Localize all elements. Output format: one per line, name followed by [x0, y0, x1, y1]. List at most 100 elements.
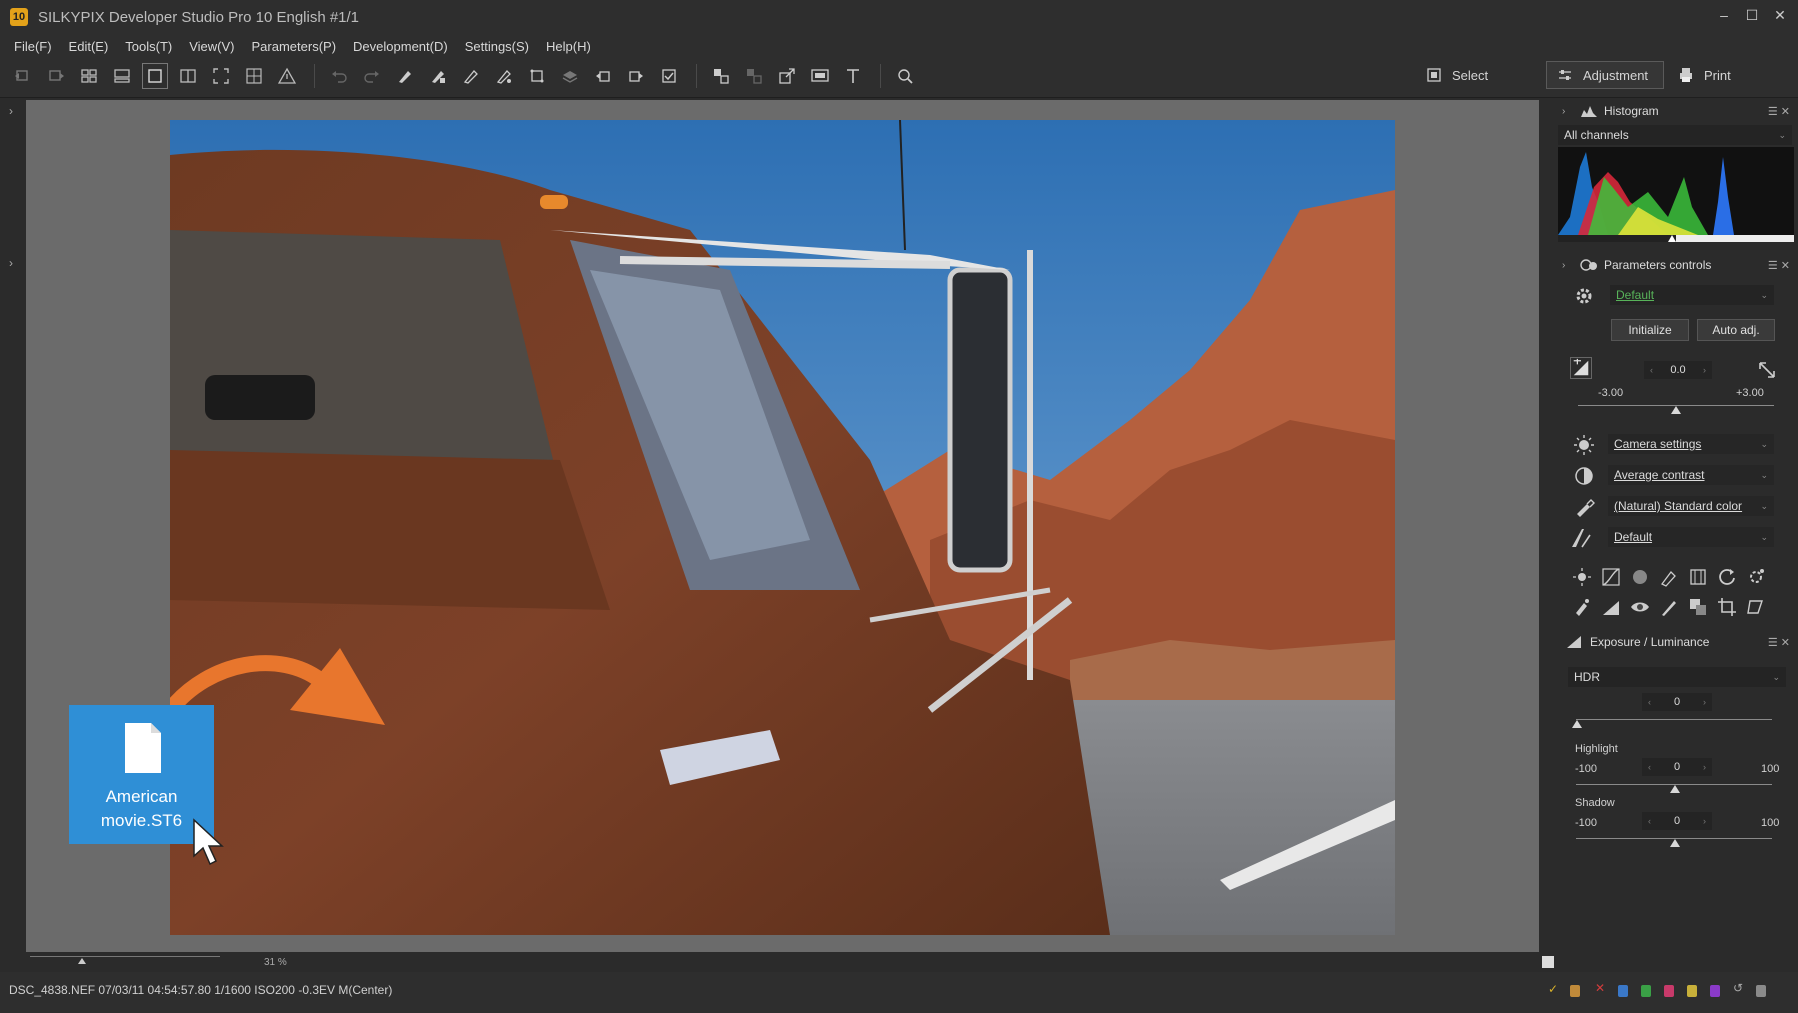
- menu-edit[interactable]: Edit(E): [69, 39, 109, 54]
- parameters-controls-header[interactable]: › Parameters controls ☰ ✕: [1562, 253, 1794, 277]
- expand-left-panel-icon[interactable]: ›: [9, 104, 13, 118]
- contrast-icon[interactable]: [1573, 465, 1595, 487]
- adjustment-mode-button[interactable]: Adjustment: [1546, 61, 1664, 89]
- color-label-blue-icon[interactable]: [1618, 985, 1628, 997]
- sharpen-tool-icon[interactable]: [1601, 597, 1621, 617]
- select-mode-button[interactable]: Select: [1416, 61, 1498, 89]
- color-brush-icon[interactable]: [1573, 496, 1595, 518]
- minimize-icon[interactable]: –: [1710, 4, 1738, 26]
- menu-tools[interactable]: Tools(T): [125, 39, 172, 54]
- previous-image-icon[interactable]: [10, 63, 36, 89]
- effects-tool-icon[interactable]: [1746, 567, 1766, 587]
- menu-view[interactable]: View(V): [189, 39, 234, 54]
- histogram-channel-select[interactable]: All channels ⌄: [1558, 125, 1792, 145]
- initialize-button[interactable]: Initialize: [1611, 319, 1689, 341]
- fullscreen-icon[interactable]: [208, 63, 234, 89]
- single-preview-icon[interactable]: [142, 63, 168, 89]
- menu-settings[interactable]: Settings(S): [465, 39, 529, 54]
- taste-params-icon[interactable]: [491, 63, 517, 89]
- menu-file[interactable]: File(F): [14, 39, 52, 54]
- spot-removal-icon[interactable]: [1572, 597, 1592, 617]
- brush-tool-icon[interactable]: [1659, 597, 1679, 617]
- crop-icon[interactable]: [524, 63, 550, 89]
- zoom-slider-thumb[interactable]: [78, 958, 86, 964]
- thumbnail-view-icon[interactable]: [76, 63, 102, 89]
- zoom-slider-track[interactable]: [30, 956, 220, 957]
- layers-icon[interactable]: [557, 63, 583, 89]
- menu-development[interactable]: Development(D): [353, 39, 448, 54]
- print-mode-button[interactable]: Print: [1668, 61, 1741, 89]
- preset-select[interactable]: Default ⌄: [1610, 285, 1774, 305]
- preview-thumbnail-icon[interactable]: [109, 63, 135, 89]
- photo-preview[interactable]: [170, 120, 1395, 935]
- crop-tool-icon[interactable]: [1717, 597, 1737, 617]
- exposure-stepper[interactable]: ‹ 0.0 ›: [1644, 361, 1712, 379]
- fine-color-icon[interactable]: [1659, 567, 1679, 587]
- exposure-auto-icon[interactable]: [1756, 359, 1778, 381]
- parameters-panel-controls[interactable]: ☰ ✕: [1768, 259, 1790, 272]
- trash-icon[interactable]: [1756, 985, 1766, 997]
- exposure-tool-icon[interactable]: [1572, 567, 1592, 587]
- apply-params-icon[interactable]: [458, 63, 484, 89]
- shadow-slider-thumb[interactable]: [1670, 839, 1680, 847]
- color-label-green-icon[interactable]: [1641, 985, 1651, 997]
- white-balance-select[interactable]: Camera settings ⌄: [1608, 434, 1774, 454]
- batch-develop-icon[interactable]: [741, 63, 767, 89]
- highlight-stepper[interactable]: ‹ 0 ›: [1642, 758, 1712, 776]
- grid-overlay-icon[interactable]: [241, 63, 267, 89]
- menu-help[interactable]: Help(H): [546, 39, 591, 54]
- rotate-right-icon[interactable]: [623, 63, 649, 89]
- contrast-select[interactable]: Average contrast ⌄: [1608, 465, 1774, 485]
- warning-display-icon[interactable]: [274, 63, 300, 89]
- color-label-pink-icon[interactable]: [1664, 985, 1674, 997]
- compare-view-icon[interactable]: [175, 63, 201, 89]
- histogram-panel-controls[interactable]: ☰ ✕: [1768, 105, 1790, 118]
- text-tool-icon[interactable]: [840, 63, 866, 89]
- hdr-slider-thumb[interactable]: [1572, 720, 1582, 728]
- hdr-slider-track[interactable]: [1576, 719, 1772, 720]
- shadow-stepper[interactable]: ‹ 0 ›: [1642, 812, 1712, 830]
- next-image-icon[interactable]: [43, 63, 69, 89]
- exposure-luminance-header[interactable]: Exposure / Luminance ☰ ✕: [1562, 630, 1794, 654]
- expand-filmstrip-icon[interactable]: ›: [9, 256, 13, 270]
- check-mark-icon[interactable]: ✓: [1548, 982, 1558, 996]
- reject-mark-icon[interactable]: ✕: [1595, 981, 1605, 995]
- undo-mark-icon[interactable]: ↺: [1733, 981, 1743, 995]
- color-label-purple-icon[interactable]: [1710, 985, 1720, 997]
- mark-icon[interactable]: [656, 63, 682, 89]
- perspective-tool-icon[interactable]: [1746, 597, 1766, 617]
- redo-icon[interactable]: [359, 63, 385, 89]
- histogram-header[interactable]: › Histogram ☰ ✕: [1562, 99, 1794, 123]
- navigator-toggle-icon[interactable]: [1542, 956, 1554, 968]
- undo-icon[interactable]: [326, 63, 352, 89]
- saturation-tool-icon[interactable]: [1630, 567, 1650, 587]
- develop-icon[interactable]: [708, 63, 734, 89]
- partial-correction-icon[interactable]: [1688, 597, 1708, 617]
- gear-icon[interactable]: [1573, 285, 1595, 307]
- collapse-parameters-icon[interactable]: ›: [1562, 260, 1576, 271]
- auto-adjust-button[interactable]: Auto adj.: [1697, 319, 1775, 341]
- slideshow-icon[interactable]: [807, 63, 833, 89]
- exposure-bias-icon[interactable]: [1570, 357, 1592, 379]
- copy-params-icon[interactable]: [392, 63, 418, 89]
- redeye-icon[interactable]: [1630, 597, 1650, 617]
- label-folder-icon[interactable]: [1570, 985, 1580, 997]
- maximize-icon[interactable]: ☐: [1738, 4, 1766, 26]
- close-icon[interactable]: ✕: [1766, 4, 1794, 26]
- hdr-stepper[interactable]: ‹ 0 ›: [1642, 693, 1712, 711]
- color-label-yellow-icon[interactable]: [1687, 985, 1697, 997]
- collapse-histogram-icon[interactable]: ›: [1562, 106, 1576, 117]
- exposure-slider-thumb[interactable]: [1671, 406, 1681, 414]
- sharpness-select[interactable]: Default ⌄: [1608, 527, 1774, 547]
- white-balance-icon[interactable]: [1573, 434, 1595, 456]
- sharpness-icon[interactable]: [1570, 527, 1592, 549]
- hdr-select[interactable]: HDR ⌄: [1568, 667, 1786, 687]
- rotation-tool-icon[interactable]: [1717, 567, 1737, 587]
- loupe-icon[interactable]: [892, 63, 918, 89]
- tone-curve-icon[interactable]: [1601, 567, 1621, 587]
- paste-params-icon[interactable]: [425, 63, 451, 89]
- lens-correction-icon[interactable]: [1688, 567, 1708, 587]
- color-select[interactable]: (Natural) Standard color ⌄: [1608, 496, 1774, 516]
- exposure-luminance-panel-controls[interactable]: ☰ ✕: [1768, 636, 1790, 649]
- rotate-left-icon[interactable]: [590, 63, 616, 89]
